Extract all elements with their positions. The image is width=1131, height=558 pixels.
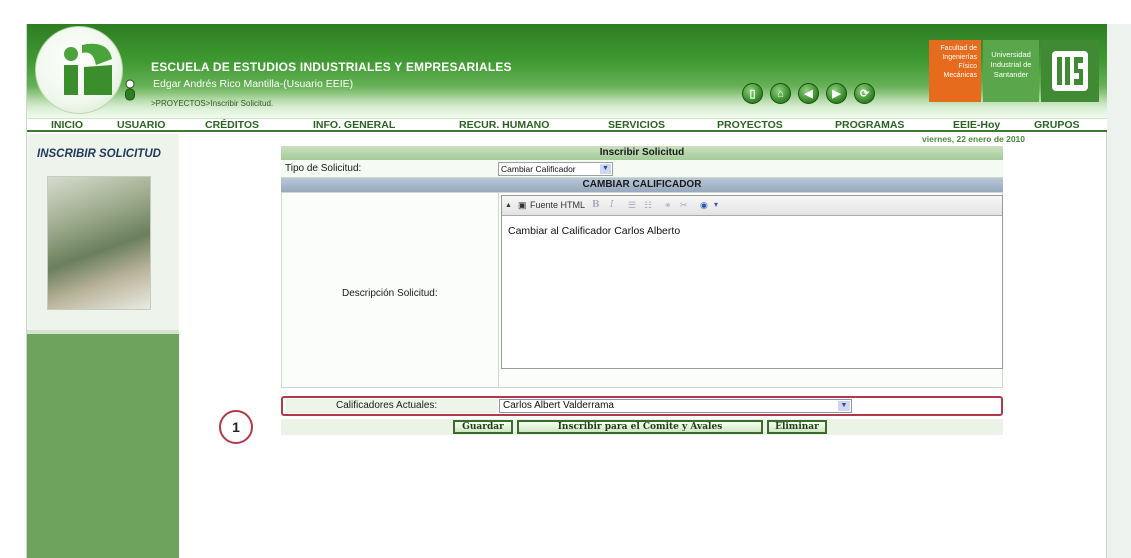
row-descripcion: Descripción Solicitud: ▲ ▣ Fuente HTML B… (281, 192, 1003, 388)
menu-item-servicios[interactable]: SERVICIOS (608, 119, 665, 131)
scrollbar-track[interactable] (1107, 24, 1131, 558)
sidebar-bottom (27, 330, 179, 558)
calificadores-value: Carlos Albert Valderrama (503, 400, 614, 411)
refresh-icon[interactable]: ⟳ (854, 83, 875, 104)
tipo-solicitud-label: Tipo de Solicitud: (285, 163, 362, 174)
bold-icon[interactable]: B (592, 200, 600, 210)
unlink-icon[interactable]: ✂ (680, 200, 688, 211)
calificadores-label: Calificadores Actuales: (336, 400, 438, 411)
enroll-committee-button[interactable]: Inscribir para el Comite y Avales (517, 420, 763, 434)
sidebar-top: INSCRIBIR SOLICITUD (27, 134, 179, 330)
forward-arrow-icon[interactable]: ▶ (826, 83, 847, 104)
building-photo (47, 176, 151, 310)
section-header: CAMBIAR CALIFICADOR (281, 178, 1003, 192)
site-title: ESCUELA DE ESTUDIOS INDUSTRIALES Y EMPRE… (151, 60, 512, 74)
delete-button[interactable]: Eliminar (767, 420, 827, 434)
editor-toolbar: ▲ ▣ Fuente HTML B I ☰ ☷ ⚭ ✂ ◉ ▾ (502, 196, 1002, 216)
menu-item-programas[interactable]: PROGRAMAS (835, 119, 904, 131)
column-divider (498, 193, 499, 387)
faculty-badge[interactable]: Facultad de Ingenierías Físico Mecánicas (929, 40, 981, 102)
rich-text-editor[interactable]: ▲ ▣ Fuente HTML B I ☰ ☷ ⚭ ✂ ◉ ▾ Cambiar … (501, 195, 1003, 369)
menu-item-eeie-hoy[interactable]: EEIE-Hoy (953, 119, 1000, 131)
calificadores-select[interactable]: Carlos Albert Valderrama ▼ (499, 399, 852, 413)
uis-logo-icon (1052, 51, 1088, 91)
help-icon[interactable]: ◉ (700, 200, 708, 211)
tipo-solicitud-value: Cambiar Calificador (501, 164, 576, 174)
breadcrumb[interactable]: >PROYECTOS>Inscribir Solicitud. (151, 99, 273, 108)
sidebar-title: INSCRIBIR SOLICITUD (37, 148, 161, 160)
tipo-solicitud-select[interactable]: Cambiar Calificador ▼ (498, 162, 613, 176)
form-header: Inscribir Solicitud (281, 146, 1003, 160)
editor-content[interactable]: Cambiar al Calificador Carlos Alberto (508, 225, 680, 237)
menu-item-grupos[interactable]: GRUPOS (1034, 119, 1080, 131)
toolbar-collapse-icon[interactable]: ▲ (505, 202, 512, 209)
page-frame: ESCUELA DE ESTUDIOS INDUSTRIALES Y EMPRE… (26, 24, 1108, 558)
menu-item-recur-humano[interactable]: RECUR. HUMANO (459, 119, 549, 131)
school-logo (35, 26, 123, 114)
current-date: viernes, 22 enero de 2010 (922, 134, 1026, 144)
left-sidebar: INSCRIBIR SOLICITUD (27, 134, 179, 558)
site-header: ESCUELA DE ESTUDIOS INDUSTRIALES Y EMPRE… (27, 24, 1108, 118)
save-button[interactable]: Guardar (453, 420, 513, 434)
uis-logo[interactable] (1041, 40, 1099, 102)
university-badge[interactable]: Universidad Industrial de Santander (983, 40, 1039, 102)
menu-item-inicio[interactable]: INICIO (51, 119, 83, 131)
menu-item-usuario[interactable]: USUARIO (117, 119, 165, 131)
chevron-down-icon[interactable]: ▼ (838, 401, 850, 411)
bullet-list-icon[interactable]: ☷ (644, 200, 652, 211)
back-arrow-icon[interactable]: ◀ (798, 83, 819, 104)
link-icon[interactable]: ⚭ (664, 200, 672, 211)
logo-mark-icon (64, 43, 112, 95)
annotation-marker: 1 (219, 410, 253, 444)
menu-item-creditos[interactable]: CRÉDITOS (205, 119, 259, 131)
toolbar-menu-icon[interactable]: ▾ (714, 200, 718, 209)
chevron-down-icon[interactable]: ▼ (600, 164, 611, 174)
button-row: Guardar Inscribir para el Comite y Avale… (281, 419, 1003, 435)
request-form: Inscribir Solicitud Tipo de Solicitud: C… (281, 146, 1003, 435)
user-name: Edgar Andrés Rico Mantilla-(Usuario EEIE… (153, 78, 354, 90)
row-tipo-solicitud: Tipo de Solicitud: Cambiar Calificador ▼ (281, 160, 1003, 178)
descripcion-label: Descripción Solicitud: (342, 288, 438, 299)
book-icon[interactable]: ▯ (742, 83, 763, 104)
user-icon (125, 79, 135, 101)
ordered-list-icon[interactable]: ☰ (628, 200, 636, 211)
source-html-icon[interactable]: ▣ (518, 200, 527, 211)
menu-item-proyectos[interactable]: PROYECTOS (717, 119, 783, 131)
italic-icon[interactable]: I (610, 200, 614, 210)
main-menu: INICIO USUARIO CRÉDITOS INFO. GENERAL RE… (27, 118, 1108, 132)
source-html-button[interactable]: Fuente HTML (530, 200, 585, 210)
menu-item-info-general[interactable]: INFO. GENERAL (313, 119, 395, 131)
row-calificadores: Calificadores Actuales: Carlos Albert Va… (281, 396, 1003, 418)
home-icon[interactable]: ⌂ (770, 83, 791, 104)
